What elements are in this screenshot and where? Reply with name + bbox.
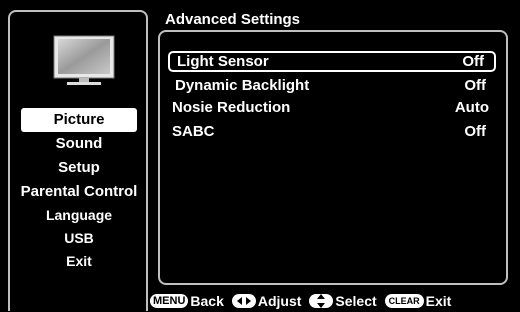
setting-label: Dynamic Backlight: [175, 77, 310, 94]
menu-key: MENU: [150, 294, 189, 308]
up-down-arrows-icon: [309, 294, 334, 308]
menu-item-setup[interactable]: Setup: [10, 156, 148, 180]
left-right-arrows-icon: [231, 294, 256, 308]
setting-row-dynamic-backlight[interactable]: Dynamic Backlight Off: [168, 75, 496, 96]
select-hint: Select: [335, 293, 377, 309]
setting-label: SABC: [172, 123, 215, 140]
setting-value: Auto: [454, 99, 489, 116]
menu-item-picture[interactable]: Picture: [21, 108, 137, 132]
menu-item-exit[interactable]: Exit: [10, 250, 148, 273]
setting-label: Nosie Reduction: [172, 99, 291, 116]
setting-row-noise-reduction[interactable]: Nosie Reduction Auto: [168, 97, 496, 118]
main-menu: Picture Sound Setup Parental Control Lan…: [10, 108, 148, 273]
exit-hint: Exit: [425, 293, 452, 309]
setting-value: Off: [464, 77, 486, 94]
sidebar: Picture Sound Setup Parental Control Lan…: [8, 10, 148, 311]
clear-key: CLEAR: [384, 294, 424, 308]
button-hints: MENU Back Adjust Select CLEAR Exit: [150, 292, 520, 310]
adjust-hint: Adjust: [257, 293, 302, 309]
setting-label: Light Sensor: [177, 53, 269, 70]
setting-row-sabc[interactable]: SABC Off: [168, 121, 496, 142]
menu-item-language[interactable]: Language: [10, 204, 148, 227]
tv-icon: [53, 35, 115, 85]
menu-item-usb[interactable]: USB: [10, 227, 148, 250]
setting-value: Off: [464, 123, 486, 140]
setting-row-light-sensor[interactable]: Light Sensor Off: [168, 51, 496, 72]
settings-panel: Light Sensor Off Dynamic Backlight Off N…: [158, 30, 508, 285]
menu-item-sound[interactable]: Sound: [10, 132, 148, 156]
back-hint: Back: [190, 293, 224, 309]
menu-item-parental-control[interactable]: Parental Control: [10, 180, 148, 204]
page-title: Advanced Settings: [165, 11, 301, 28]
setting-value: Off: [462, 53, 484, 70]
